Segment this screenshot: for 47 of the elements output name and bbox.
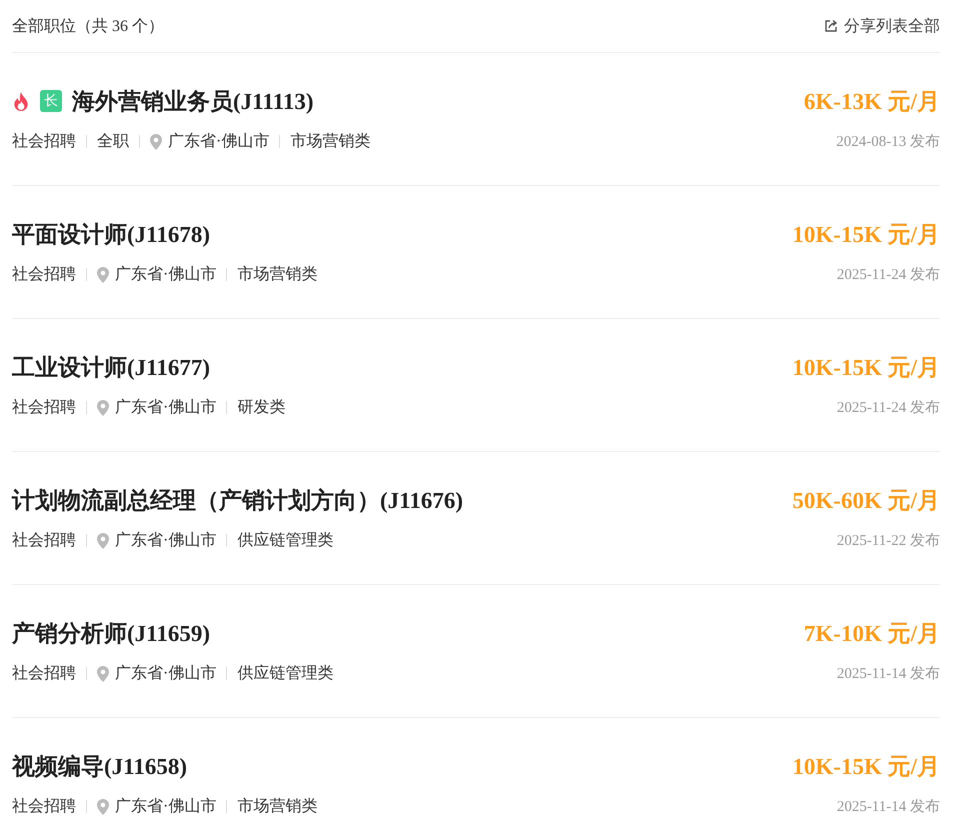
salary-text: 50K-60K 元/月 [792, 486, 940, 514]
location-pin-icon [97, 532, 109, 548]
post-date: 2025-11-14 发布 [836, 665, 940, 683]
salary-text: 10K-15K 元/月 [792, 752, 940, 780]
job-title[interactable]: 计划物流副总经理（产销计划方向）(J11676) [12, 484, 464, 516]
location-pin-icon [97, 666, 109, 682]
location-pin-icon [97, 798, 109, 814]
job-tag: 市场营销类 [237, 264, 318, 285]
job-title[interactable]: 工业设计师(J11677) [12, 352, 210, 382]
job-tag: 全职 [97, 131, 129, 152]
salary-text: 10K-15K 元/月 [792, 354, 940, 382]
job-tag: 社会招聘 [12, 397, 76, 418]
job-tag: 广东省·佛山市 [115, 530, 216, 551]
post-date: 2025-11-14 发布 [836, 798, 940, 816]
job-tag: 广东省·佛山市 [115, 264, 216, 285]
job-tag: 市场营销类 [290, 131, 370, 152]
share-icon [824, 19, 838, 33]
job-tag: 供应链管理类 [237, 530, 334, 551]
job-title[interactable]: 产销分析师(J11659) [12, 618, 210, 648]
job-tag: 广东省·佛山市 [115, 397, 216, 418]
list-title: 全部职位（共 36 个） [12, 16, 164, 36]
location-pin-icon [97, 266, 109, 282]
job-tag: 社会招聘 [12, 663, 76, 684]
share-link[interactable]: 分享列表全部 [824, 16, 940, 36]
job-tag: 社会招聘 [12, 530, 76, 551]
salary-text: 7K-10K 元/月 [804, 620, 940, 648]
location-pin-icon [97, 400, 109, 416]
job-title[interactable]: 视频编导(J11658) [12, 750, 188, 782]
job-tag: 研发类 [237, 397, 286, 418]
post-date: 2025-11-24 发布 [836, 266, 940, 284]
job-tag: 广东省·佛山市 [168, 131, 270, 152]
post-date: 2024-08-13 发布 [836, 133, 940, 151]
location-pin-icon [150, 134, 162, 150]
job-tag: 供应链管理类 [237, 663, 334, 684]
job-badge: 长 [40, 90, 62, 112]
salary-text: 6K-13K 元/月 [804, 88, 940, 116]
job-tag: 广东省·佛山市 [115, 796, 216, 817]
job-tag: 社会招聘 [12, 796, 76, 817]
post-date: 2025-11-24 发布 [836, 399, 940, 417]
job-title[interactable]: 海外营销业务员(J11113) [72, 86, 314, 116]
job-tag: 广东省·佛山市 [115, 663, 216, 684]
job-tag: 社会招聘 [12, 131, 76, 152]
job-title[interactable]: 平面设计师(J11678) [12, 218, 210, 250]
job-tag: 市场营销类 [237, 796, 318, 817]
job-tag: 社会招聘 [12, 264, 76, 285]
post-date: 2025-11-22 发布 [836, 532, 940, 550]
salary-text: 10K-15K 元/月 [792, 220, 940, 248]
